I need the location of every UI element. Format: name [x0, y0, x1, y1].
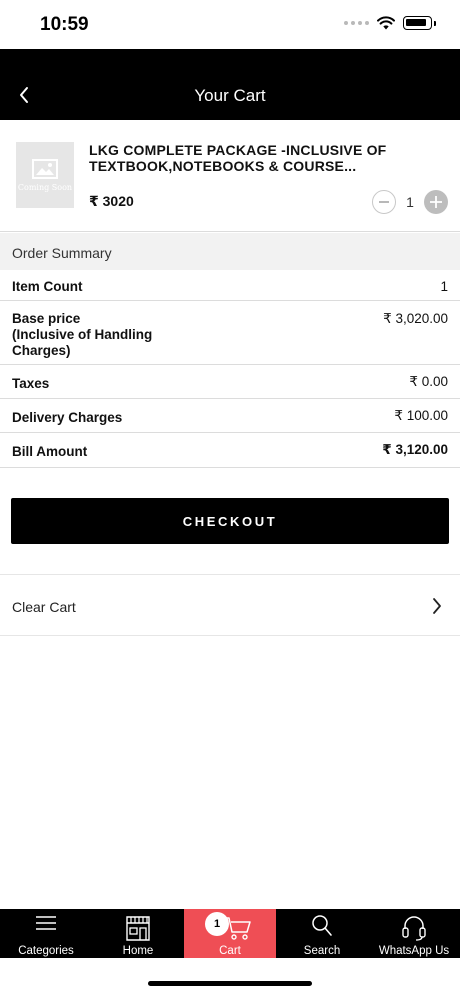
- cart-item: Coming Soon LKG COMPLETE PACKAGE -INCLUS…: [0, 120, 460, 232]
- checkout-button[interactable]: CHECKOUT: [11, 498, 449, 544]
- chevron-right-icon: [433, 598, 441, 614]
- cart-badge: 1: [205, 912, 229, 936]
- summary-row-delivery-charges: Delivery Charges ₹ 100.00: [0, 399, 460, 433]
- product-price: ₹ 3020: [89, 193, 134, 209]
- battery-icon: [403, 16, 432, 30]
- order-summary-header: Order Summary: [0, 233, 460, 270]
- tab-search[interactable]: Search: [276, 909, 368, 958]
- app-header: Your Cart: [0, 49, 460, 120]
- product-title[interactable]: LKG COMPLETE PACKAGE -INCLUSIVE OF TEXTB…: [89, 142, 389, 174]
- summary-label: Bill Amount: [12, 444, 88, 459]
- tab-home[interactable]: Home: [92, 909, 184, 958]
- clear-cart-row[interactable]: Clear Cart: [0, 574, 460, 636]
- summary-value: 1: [440, 279, 448, 294]
- summary-value: ₹ 0.00: [409, 374, 448, 389]
- search-icon: [312, 915, 332, 936]
- page-title: Your Cart: [194, 86, 266, 105]
- home-indicator: [148, 981, 312, 986]
- tab-label: Search: [303, 945, 341, 957]
- minus-icon: [379, 201, 389, 203]
- summary-row-base-price: Base price (Inclusive of Handling Charge…: [0, 301, 460, 365]
- tab-whatsapp[interactable]: WhatsApp Us: [368, 909, 460, 958]
- menu-icon: [36, 916, 56, 930]
- summary-value: ₹ 100.00: [394, 408, 448, 423]
- thumbnail-caption: Coming Soon: [17, 182, 73, 192]
- bottom-tab-bar: Categories Home 1 Cart Search WhatsApp U…: [0, 909, 460, 958]
- summary-row-taxes: Taxes ₹ 0.00: [0, 365, 460, 399]
- store-icon: [126, 916, 150, 941]
- order-summary-heading: Order Summary: [12, 245, 112, 261]
- summary-label: Item Count: [12, 279, 83, 294]
- bill-amount-value: ₹ 3,120.00: [382, 442, 448, 457]
- summary-label: Delivery Charges: [12, 410, 123, 425]
- clear-cart-label: Clear Cart: [12, 599, 76, 615]
- increase-quantity-button[interactable]: [424, 190, 448, 214]
- summary-label: Taxes: [12, 376, 50, 391]
- tab-label: Home: [122, 945, 154, 957]
- image-placeholder-icon: [32, 158, 58, 179]
- quantity-stepper: 1: [372, 190, 448, 214]
- tab-label: WhatsApp Us: [378, 945, 450, 957]
- summary-label: Base price (Inclusive of Handling Charge…: [12, 311, 153, 358]
- battery-cap: [434, 20, 436, 26]
- summary-value: ₹ 3,020.00: [383, 311, 448, 326]
- status-time: 10:59: [40, 14, 89, 35]
- summary-row-bill-amount: Bill Amount ₹ 3,120.00: [0, 433, 460, 468]
- quantity-value: 1: [406, 194, 414, 210]
- cellular-signal-icon: [344, 21, 369, 25]
- status-icons: [344, 16, 436, 30]
- summary-row-item-count: Item Count 1: [0, 270, 460, 301]
- decrease-quantity-button[interactable]: [372, 190, 396, 214]
- tab-label: Categories: [18, 945, 74, 957]
- status-bar: 10:59: [0, 0, 460, 49]
- order-summary: Item Count 1 Base price (Inclusive of Ha…: [0, 270, 460, 468]
- headset-icon: [402, 916, 426, 941]
- wifi-icon: [377, 16, 395, 30]
- tab-cart[interactable]: 1 Cart: [184, 909, 276, 958]
- plus-icon: [430, 196, 442, 208]
- product-thumbnail[interactable]: Coming Soon: [16, 142, 74, 208]
- tab-label: Cart: [219, 945, 241, 957]
- tab-categories[interactable]: Categories: [0, 909, 92, 958]
